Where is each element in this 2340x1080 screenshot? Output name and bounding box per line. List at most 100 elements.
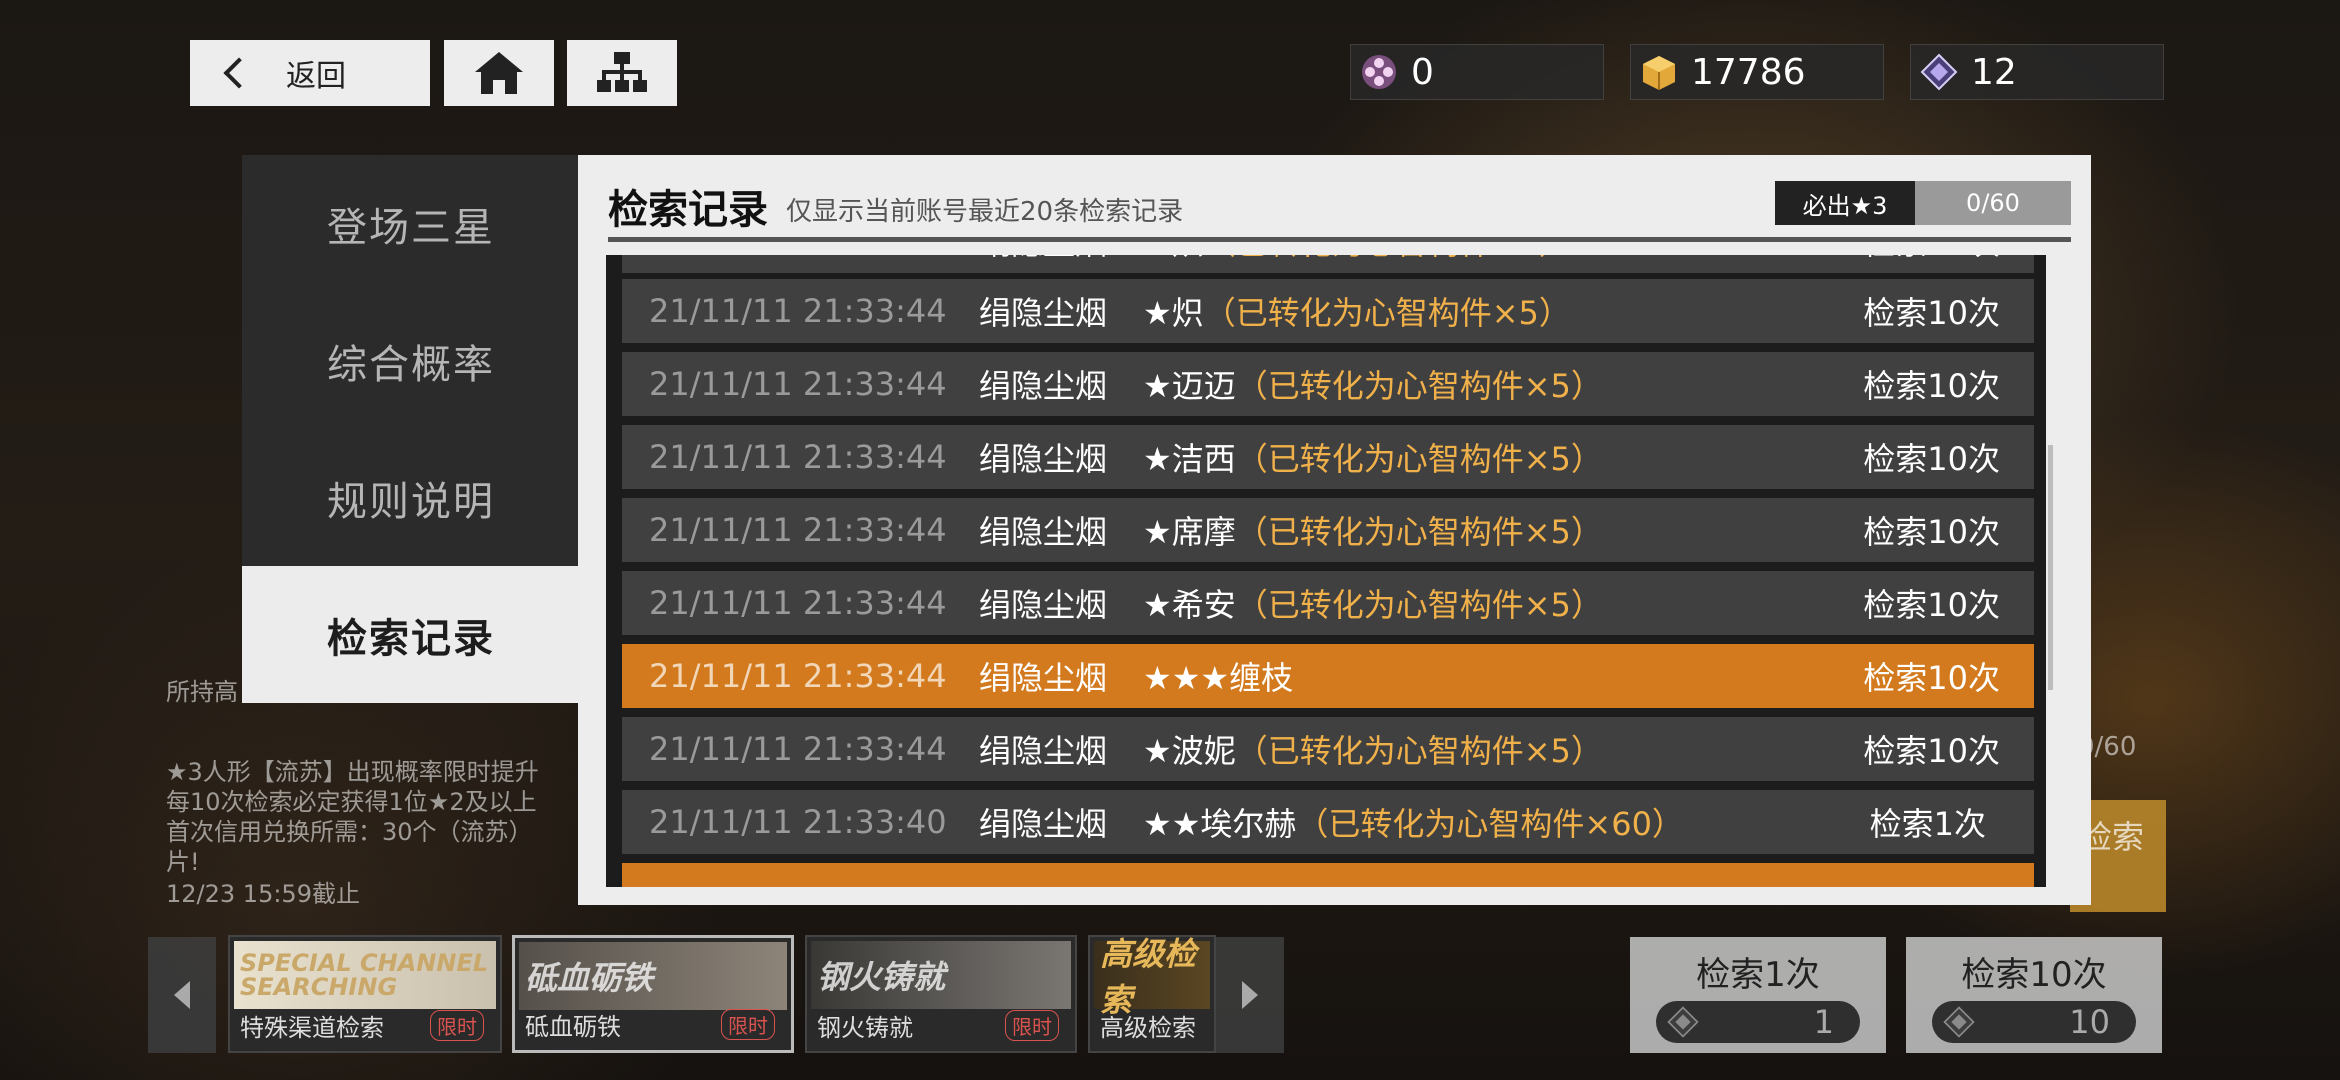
record-row: 21/11/11 21:33:44 绢隐尘烟 ★炽（已转化为心智构件×5） 检索… xyxy=(622,279,2034,343)
event-desc-4: 片! xyxy=(166,848,200,876)
record-count: 检索10次 xyxy=(1863,255,2000,264)
home-icon xyxy=(475,52,523,94)
record-count: 检索10次 xyxy=(1863,513,2000,551)
record-row-highlight: 21/11/11 21:33:44 绢隐尘烟 ★★★缠枝 检索10次 xyxy=(622,644,2034,708)
home-button[interactable] xyxy=(444,40,554,106)
record-pool: 绢隐尘烟 xyxy=(979,513,1108,551)
search-ten-label: 检索10次 xyxy=(1961,955,2107,995)
gold-count: 17786 xyxy=(1691,51,1806,93)
record-pool: 绢隐尘烟 xyxy=(979,586,1108,624)
search-once-cost: 1 xyxy=(1656,1001,1860,1043)
record-row: 21/11/11 21:33:44 绢隐尘烟 ★迈迈（已转化为心智构件×5） 检… xyxy=(622,352,2034,416)
purple-diamond-icon xyxy=(1920,53,1958,91)
record-count: 检索10次 xyxy=(1863,440,2000,478)
record-row: 21/11/11 21:33:44 绢隐尘烟 ★希安（已转化为心智构件×5） 检… xyxy=(622,571,2034,635)
record-name: ★★★缠枝 xyxy=(1143,659,1294,697)
record-scrollbar[interactable] xyxy=(2048,445,2053,690)
purple-diamond-icon xyxy=(1667,1006,1699,1038)
nav-label: 综合概率 xyxy=(327,341,495,388)
conversion-note: （已转化为心智构件×5） xyxy=(1235,586,1603,624)
record-name: ★迈迈（已转化为心智构件×5） xyxy=(1143,367,1603,405)
record-name: ★洁西（已转化为心智构件×5） xyxy=(1143,440,1603,478)
banner-blood-iron[interactable]: 砥血砺铁 砥血砺铁 限时 xyxy=(512,935,794,1053)
cost-value: 10 xyxy=(2069,1003,2110,1041)
nav-search-records[interactable]: 检索记录 xyxy=(242,566,578,703)
event-deadline: 12/23 15:59截止 xyxy=(166,880,360,908)
record-pool: 绢隐尘烟 xyxy=(979,255,1107,264)
banner-prev-button[interactable] xyxy=(148,937,216,1053)
cost-value: 1 xyxy=(1813,1003,1834,1041)
resource-gold: 17786 xyxy=(1630,44,1884,100)
record-pool: 绢隐尘烟 xyxy=(979,440,1108,478)
record-row: 21/11/11 21:33:44 绢隐尘烟 ★席摩（已转化为心智构件×5） 检… xyxy=(622,498,2034,562)
record-name: ★希安（已转化为心智构件×5） xyxy=(1143,586,1603,624)
record-time: 21/11/11 21:33:44 xyxy=(649,438,947,476)
banner-label: 钢火铸就 xyxy=(817,1014,913,1042)
record-name: ★席摩（已转化为心智构件×5） xyxy=(1143,513,1603,551)
nav-label: 规则说明 xyxy=(327,478,495,525)
event-desc-3: 首次信用兑换所需：30个（流苏） xyxy=(166,818,533,846)
record-name: ★炽（已转化为心智构件×5） xyxy=(1143,294,1571,332)
nav-label: 检索记录 xyxy=(327,615,495,662)
banner-advanced-search[interactable]: 高级检索 高级检索 xyxy=(1088,935,1216,1053)
search-ten-cost: 10 xyxy=(1932,1001,2136,1043)
banner-steel-fire[interactable]: 钢火铸就 钢火铸就 限时 xyxy=(805,935,1077,1053)
banner-art: 砥血砺铁 xyxy=(519,942,787,1010)
guarantee-label: 必出★3 xyxy=(1775,181,1915,225)
record-count: 检索10次 xyxy=(1863,732,2000,770)
hierarchy-icon xyxy=(597,52,647,92)
guarantee-progress: 0/60 xyxy=(1915,181,2071,225)
record-pool: 绢隐尘烟 xyxy=(979,294,1108,332)
record-time: 21/11/11 21:33:44 xyxy=(649,365,947,403)
arrow-left-icon xyxy=(174,981,190,1009)
banner-special-channel[interactable]: SPECIAL CHANNEL SEARCHING 特殊渠道检索 限时 xyxy=(228,935,502,1053)
banner-label: 高级检索 xyxy=(1100,1014,1196,1042)
search-once-label: 检索1次 xyxy=(1696,955,1820,995)
record-time: 21/11/11 21:33:40 xyxy=(649,803,947,841)
record-row: 21/11/11 21:33:40 绢隐尘烟 ★★埃尔赫（已转化为心智构件×60… xyxy=(622,790,2034,854)
panel-title: 检索记录 xyxy=(608,187,768,233)
record-pool: 绢隐尘烟 xyxy=(979,805,1108,843)
nav-rules[interactable]: 规则说明 xyxy=(242,429,578,566)
nav-featured-three-star[interactable]: 登场三星 xyxy=(242,155,578,292)
record-time: 21/11/11 21:33:44 xyxy=(649,292,947,330)
held-label: 所持高 xyxy=(166,678,238,706)
back-button[interactable]: 返回 xyxy=(190,40,430,106)
conversion-note: （已转化为心智构件×5） xyxy=(1235,513,1603,551)
structure-button[interactable] xyxy=(567,40,677,106)
record-row: 21/11/11 21:33:44 绢隐尘烟 ★洁西（已转化为心智构件×5） 检… xyxy=(622,425,2034,489)
back-label: 返回 xyxy=(286,59,346,94)
record-count: 检索1次 xyxy=(1869,805,1986,843)
limited-tag: 限时 xyxy=(430,1010,484,1041)
record-name: ★★埃尔赫（已转化为心智构件×60） xyxy=(1143,805,1684,843)
chevron-left-icon xyxy=(223,57,255,89)
search-once-button[interactable]: 检索1次 1 xyxy=(1630,937,1886,1053)
record-time: 21/11/11 21:33:44 xyxy=(649,511,947,549)
search-ten-button[interactable]: 检索10次 10 xyxy=(1906,937,2162,1053)
conversion-note: （已转化为心智构件×5） xyxy=(1203,294,1571,332)
record-list[interactable]: 21/11/11 21:33:44 绢隐尘烟 ★炽（已转化为心智构件×5） 检索… xyxy=(606,255,2046,887)
record-count: 检索10次 xyxy=(1863,659,2000,697)
banner-label: 特殊渠道检索 xyxy=(240,1014,384,1042)
record-time: 21/11/11 21:33:44 xyxy=(649,255,947,260)
nav-overall-rates[interactable]: 综合概率 xyxy=(242,292,578,429)
banner-next-button[interactable] xyxy=(1216,937,1284,1053)
record-count: 检索10次 xyxy=(1863,586,2000,624)
crystal-count: 0 xyxy=(1411,51,1434,93)
arrow-right-icon xyxy=(1242,981,1258,1009)
record-time: 21/11/11 21:33:44 xyxy=(649,730,947,768)
banner-art: 钢火铸就 xyxy=(811,941,1071,1009)
pink-crystal-icon xyxy=(1362,55,1396,89)
conversion-note: （已转化为心智构件×60） xyxy=(1296,805,1684,843)
conversion-note: （已转化为心智构件×5） xyxy=(1235,440,1603,478)
search-record-panel: 检索记录 仅显示当前账号最近20条检索记录 必出★3 0/60 21/11/11… xyxy=(578,155,2091,905)
record-row-partial-bottom xyxy=(622,863,2034,887)
limited-tag: 限时 xyxy=(1005,1010,1059,1041)
banner-art: SPECIAL CHANNEL SEARCHING xyxy=(234,941,496,1009)
record-count: 检索10次 xyxy=(1863,367,2000,405)
conversion-note: （已转化为心智构件×5） xyxy=(1235,732,1603,770)
resource-crystal: 0 xyxy=(1350,44,1604,100)
record-row-partial: 21/11/11 21:33:44 绢隐尘烟 ★炽（已转化为心智构件×5） 检索… xyxy=(622,255,2034,273)
record-count: 检索10次 xyxy=(1863,294,2000,332)
title-divider xyxy=(608,237,2071,242)
